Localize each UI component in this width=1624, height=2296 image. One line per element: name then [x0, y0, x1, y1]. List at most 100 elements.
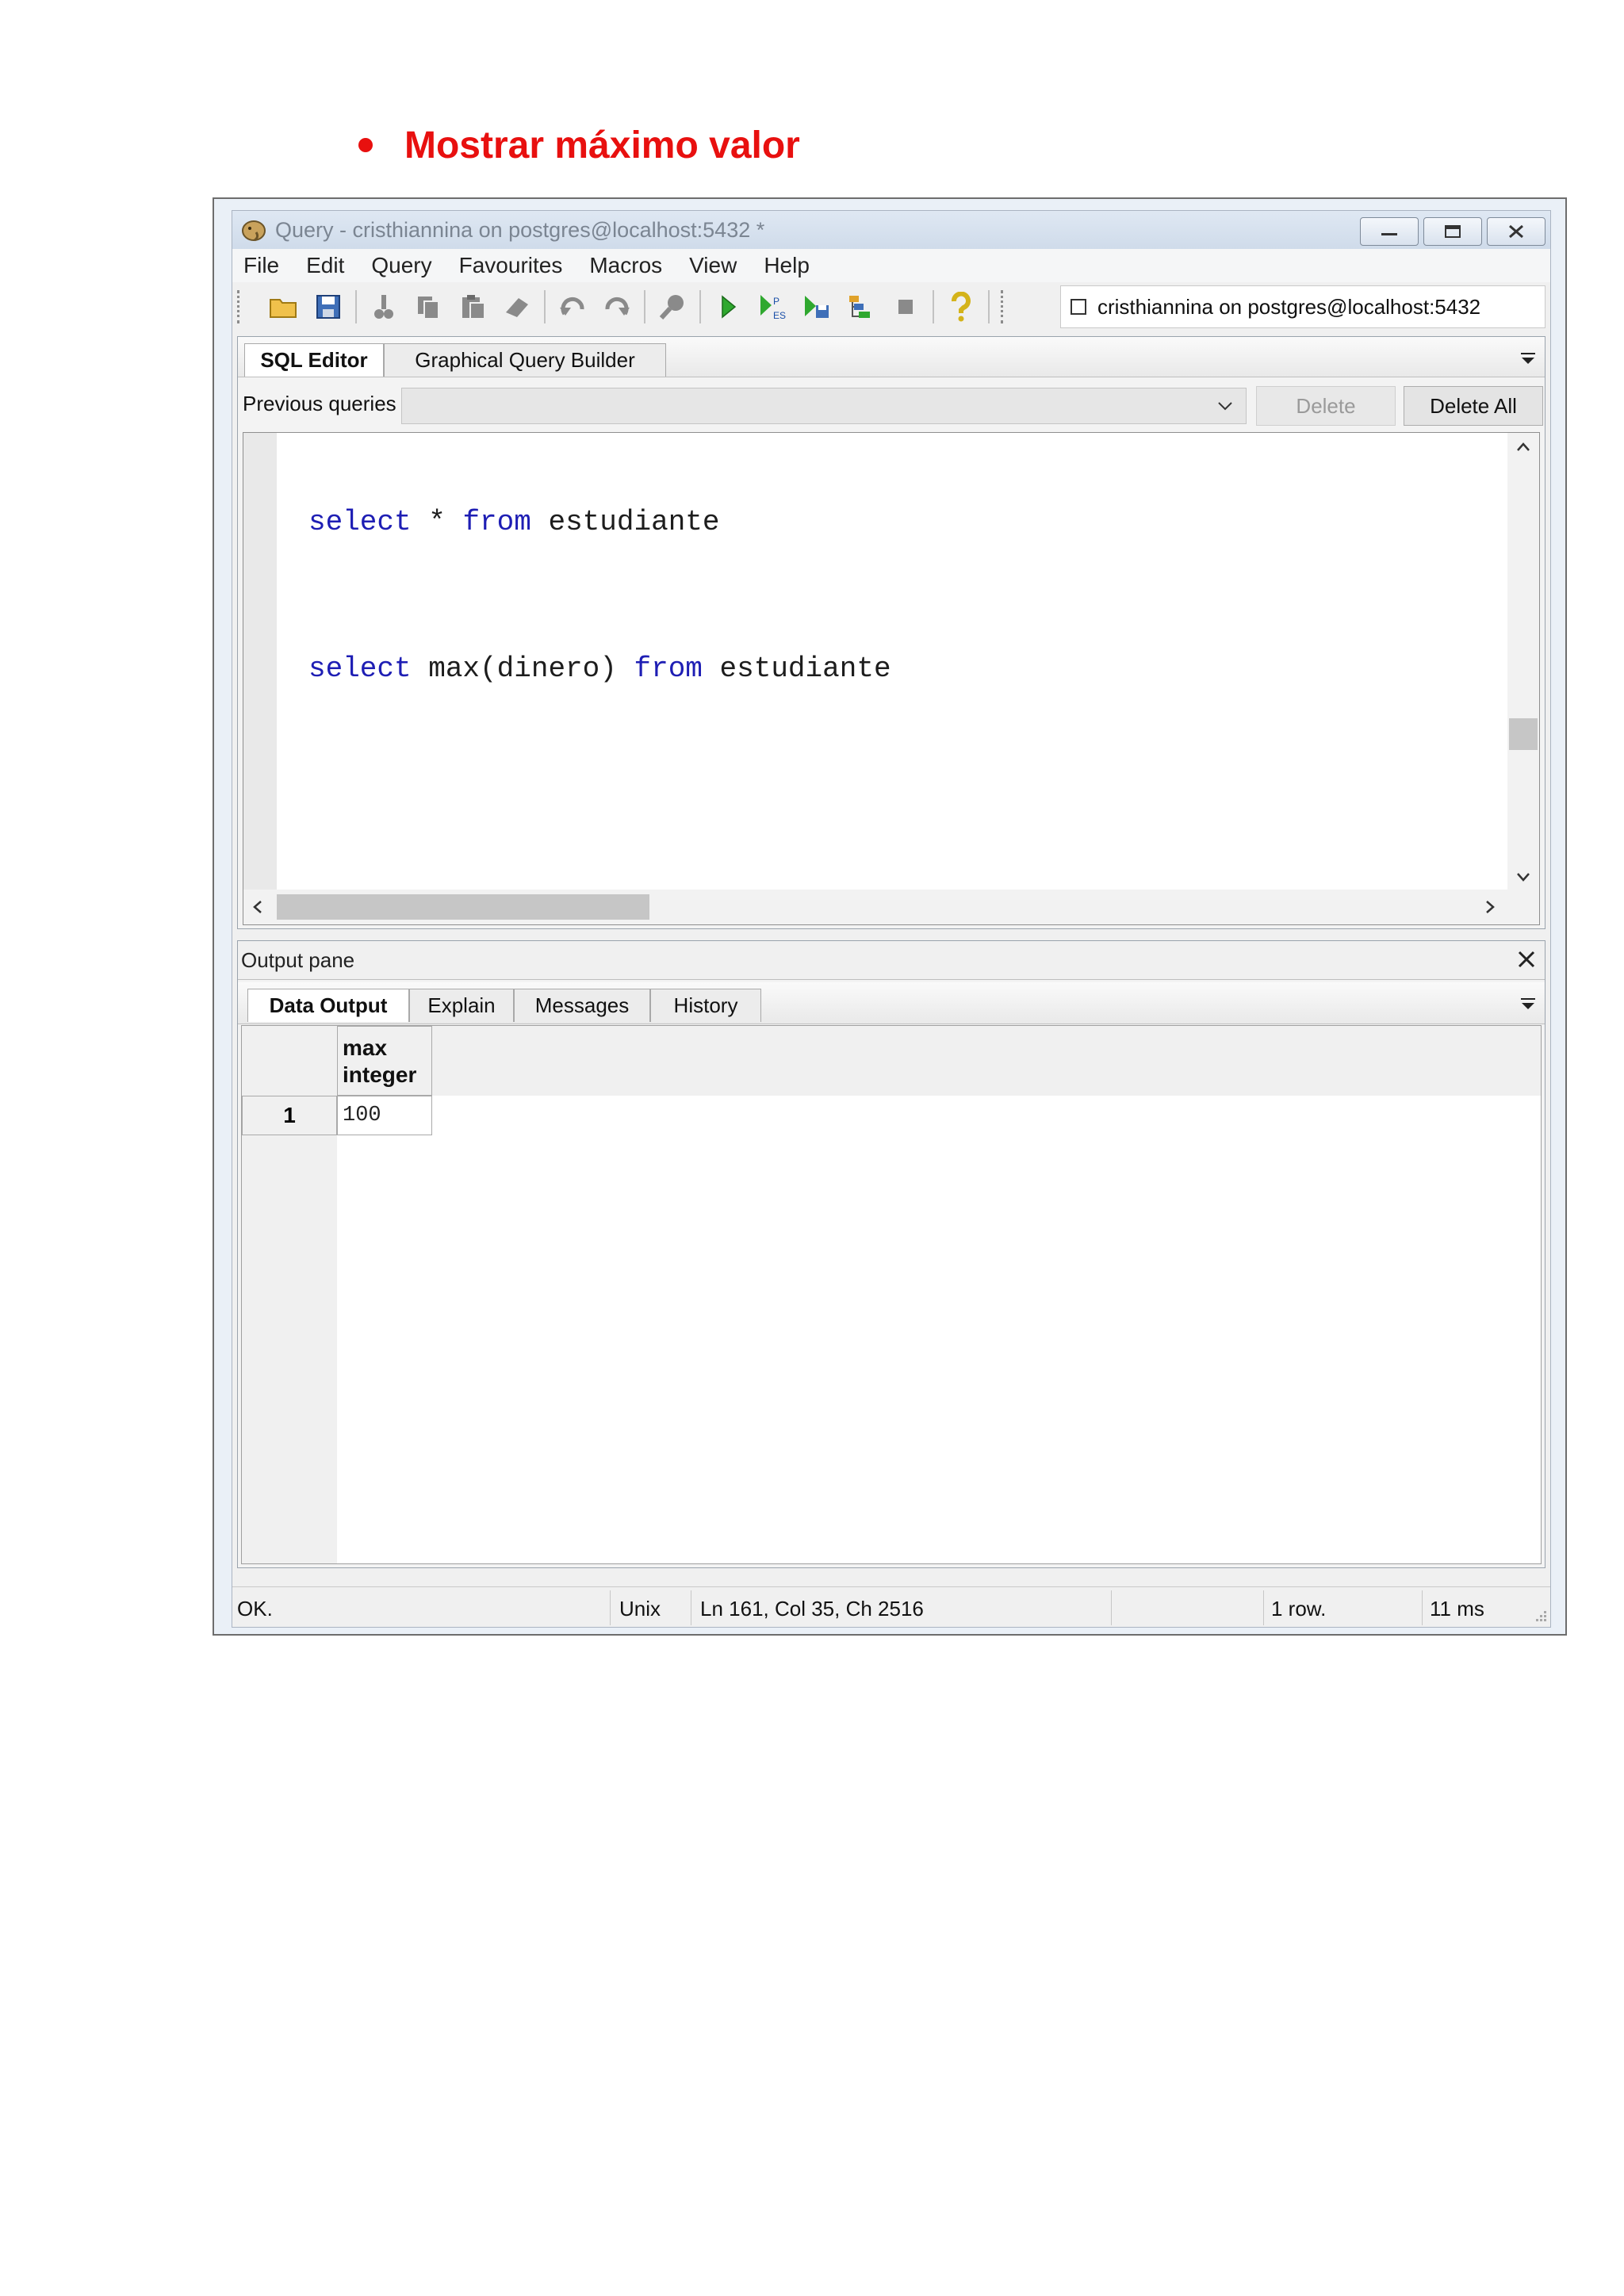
- previous-queries-dropdown[interactable]: [401, 388, 1247, 424]
- tab-history[interactable]: History: [650, 989, 761, 1022]
- status-row-count: 1 row.: [1271, 1597, 1327, 1621]
- column-header-band: [242, 1026, 1541, 1096]
- toolbar-separator: [988, 290, 990, 323]
- connection-label: cristhiannina on postgres@localhost:5432: [1097, 294, 1481, 319]
- tab-data-output[interactable]: Data Output: [247, 989, 409, 1022]
- minimize-button[interactable]: [1360, 217, 1419, 246]
- chevron-down-icon: [1218, 402, 1232, 411]
- tab-list-icon[interactable]: [1519, 351, 1537, 365]
- sql-editor[interactable]: select * from estudiante select max(dine…: [243, 432, 1540, 925]
- vertical-scroll-thumb[interactable]: [1509, 718, 1538, 750]
- close-icon[interactable]: [1516, 949, 1537, 970]
- connection-selector[interactable]: cristhiannina on postgres@localhost:5432: [1060, 285, 1545, 328]
- page-heading: Mostrar máximo valor: [358, 117, 800, 173]
- data-grid[interactable]: max integer 1 100: [241, 1025, 1542, 1564]
- menu-favourites[interactable]: Favourites: [459, 253, 563, 278]
- stop-icon[interactable]: [890, 291, 921, 323]
- menu-bar: File Edit Query Favourites Macros View H…: [232, 249, 1550, 282]
- query-window: Query - cristhiannina on postgres@localh…: [213, 197, 1567, 1636]
- toolbar-grip[interactable]: [1001, 290, 1008, 323]
- status-line-endings: Unix: [619, 1597, 661, 1621]
- column-name: max: [343, 1035, 388, 1060]
- svg-text:ES: ES: [773, 310, 786, 321]
- undo-icon[interactable]: [557, 291, 588, 323]
- menu-macros[interactable]: Macros: [589, 253, 662, 278]
- execute-to-file-icon[interactable]: [801, 291, 833, 323]
- menu-query[interactable]: Query: [371, 253, 431, 278]
- heading-text: Mostrar máximo valor: [404, 124, 800, 166]
- editor-horizontal-scrollbar[interactable]: [243, 890, 1539, 924]
- paste-icon[interactable]: [457, 291, 488, 323]
- editor-tabs: SQL Editor Graphical Query Builder: [238, 337, 1545, 377]
- menu-help[interactable]: Help: [764, 253, 810, 278]
- previous-queries-label: Previous queries: [243, 391, 396, 415]
- scroll-left-icon[interactable]: [251, 899, 264, 915]
- find-icon[interactable]: [657, 291, 688, 323]
- window-title: Query - cristhiannina on postgres@localh…: [275, 217, 765, 242]
- copy-icon[interactable]: [412, 291, 444, 323]
- output-pane-header: Output pane: [238, 941, 1545, 980]
- redo-icon[interactable]: [601, 291, 633, 323]
- close-button[interactable]: [1487, 217, 1545, 246]
- resize-grip-icon[interactable]: [1531, 1608, 1547, 1624]
- tab-messages[interactable]: Messages: [514, 989, 650, 1022]
- open-file-icon[interactable]: [268, 291, 300, 323]
- title-bar[interactable]: Query - cristhiannina on postgres@localh…: [232, 211, 1550, 249]
- close-icon: [1509, 224, 1523, 239]
- editor-gutter: [243, 433, 277, 890]
- save-icon[interactable]: [312, 291, 344, 323]
- row-number[interactable]: 1: [242, 1096, 337, 1135]
- status-divider: [1111, 1590, 1112, 1625]
- bullet-icon: [358, 138, 373, 152]
- table-cell[interactable]: 100: [337, 1096, 432, 1135]
- cut-icon[interactable]: [368, 291, 400, 323]
- column-type: integer: [343, 1062, 417, 1087]
- scroll-down-icon[interactable]: [1515, 871, 1531, 883]
- scroll-up-icon[interactable]: [1515, 441, 1531, 453]
- pgadmin-elephant-icon: [242, 220, 266, 242]
- delete-all-button[interactable]: Delete All: [1404, 386, 1543, 426]
- previous-queries-row: Previous queries Delete Delete All: [238, 378, 1545, 429]
- explain-options-icon[interactable]: [845, 291, 877, 323]
- output-tabs: Data Output Explain Messages History: [238, 982, 1545, 1024]
- code-line: select max(dinero) from estudiante: [308, 652, 891, 685]
- explain-icon[interactable]: P ES: [756, 291, 788, 323]
- restore-icon: [1445, 225, 1461, 238]
- tab-graphical-query-builder[interactable]: Graphical Query Builder: [384, 343, 666, 377]
- toolbar-separator: [544, 290, 546, 323]
- status-divider: [1422, 1590, 1423, 1625]
- code-line: select * from estudiante: [308, 506, 720, 538]
- svg-text:P: P: [773, 296, 779, 307]
- editor-vertical-scrollbar[interactable]: [1507, 433, 1539, 890]
- tab-list-icon[interactable]: [1519, 997, 1537, 1011]
- execute-icon[interactable]: [712, 291, 744, 323]
- output-pane: Output pane Data Output Explain Messages…: [237, 940, 1545, 1568]
- editor-panel: SQL Editor Graphical Query Builder Previ…: [237, 336, 1545, 929]
- toolbar-grip[interactable]: [237, 290, 244, 323]
- status-bar: OK. Unix Ln 161, Col 35, Ch 2516 1 row. …: [232, 1586, 1550, 1627]
- restore-button[interactable]: [1423, 217, 1482, 246]
- scroll-right-icon[interactable]: [1484, 899, 1496, 915]
- toolbar-separator: [933, 290, 934, 323]
- delete-button[interactable]: Delete: [1256, 386, 1396, 426]
- toolbar-separator: [355, 290, 357, 323]
- clear-icon[interactable]: [501, 291, 533, 323]
- menu-view[interactable]: View: [689, 253, 737, 278]
- window-body: Query - cristhiannina on postgres@localh…: [232, 210, 1551, 1628]
- connection-checkbox[interactable]: [1071, 299, 1086, 315]
- toolbar: P ES cristhiannina on postgres@localhost:…: [232, 284, 1550, 330]
- column-header-max[interactable]: max integer: [337, 1026, 432, 1096]
- horizontal-scroll-thumb[interactable]: [277, 894, 649, 920]
- menu-edit[interactable]: Edit: [306, 253, 344, 278]
- toolbar-separator: [644, 290, 645, 323]
- status-message: OK.: [237, 1597, 273, 1621]
- help-icon[interactable]: [945, 291, 977, 323]
- status-time: 11 ms: [1430, 1597, 1484, 1621]
- output-pane-title: Output pane: [241, 947, 355, 972]
- status-divider: [1263, 1590, 1264, 1625]
- sql-code[interactable]: select * from estudiante select max(dine…: [308, 433, 1506, 890]
- tab-sql-editor[interactable]: SQL Editor: [244, 343, 384, 377]
- tab-explain[interactable]: Explain: [409, 989, 514, 1022]
- status-cursor-position: Ln 161, Col 35, Ch 2516: [700, 1597, 924, 1621]
- menu-file[interactable]: File: [243, 253, 279, 278]
